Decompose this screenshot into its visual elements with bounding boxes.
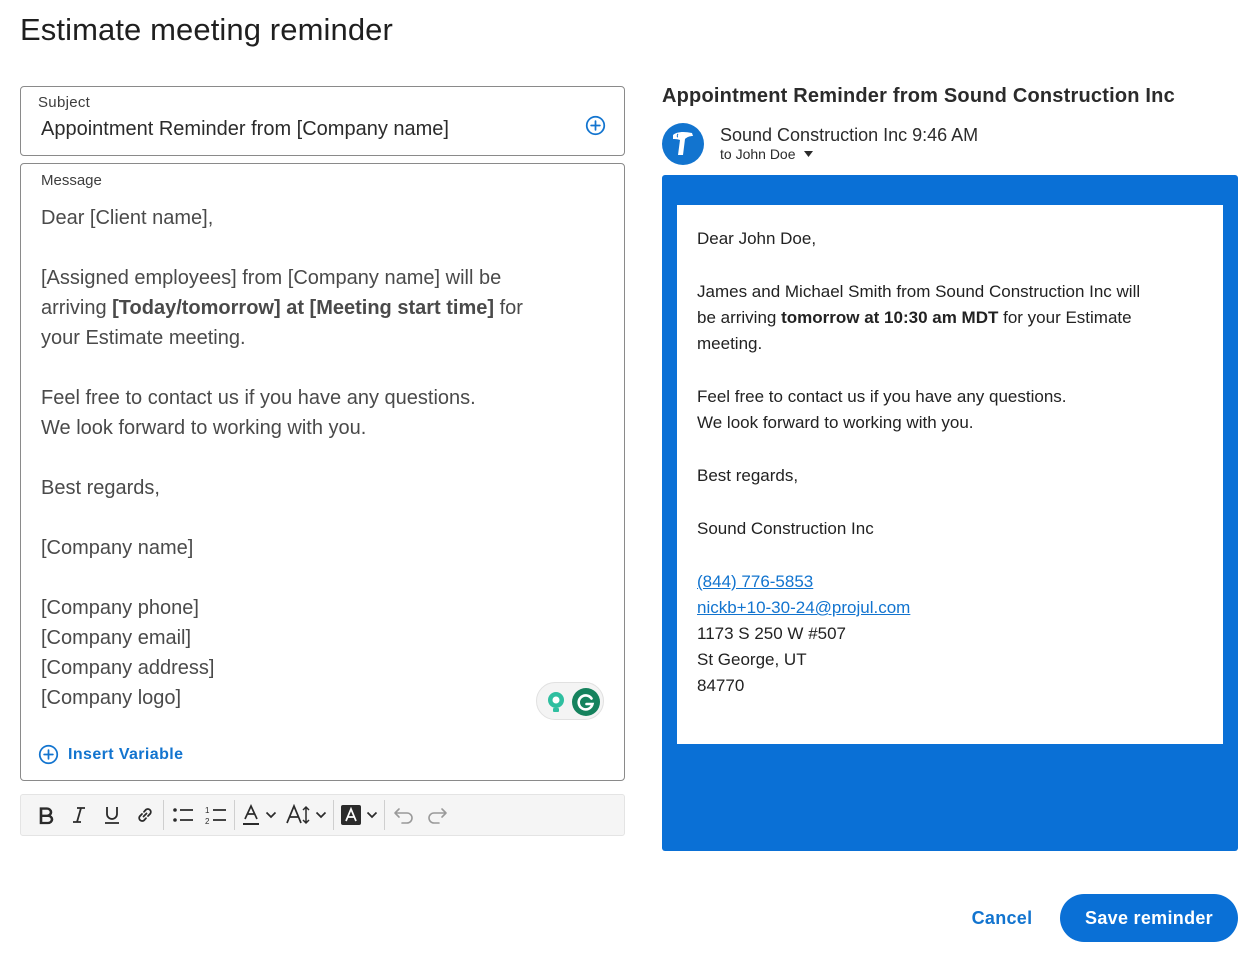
highlight-color-dropdown[interactable] [336,798,382,832]
bulleted-list-icon[interactable] [166,798,199,832]
text-color-icon [243,804,259,825]
recipient-toggle[interactable]: to John Doe [720,146,813,162]
plus-circle-icon [38,744,59,765]
hammer-icon [673,131,693,155]
preview-arrival-prefix: be arriving [697,308,782,327]
redo-icon[interactable] [420,798,453,832]
bold-icon[interactable] [29,798,62,832]
sender-line: Sound Construction Inc 9:46 AM [720,125,979,145]
grammarly-widget[interactable] [536,682,604,720]
preview-arrival-line: James and Michael Smith from Sound Const… [697,282,1141,301]
preview-company: Sound Construction Inc [697,519,874,538]
preview-greeting: Dear John Doe, [697,229,817,248]
email-preview-frame: Dear John Doe, James and Michael Smith f… [662,175,1238,851]
message-editor[interactable]: Message Dear [Client name], [Assigned em… [20,163,625,781]
message-line [41,503,611,533]
save-reminder-button[interactable]: Save reminder [1060,894,1238,942]
preview-address: 1173 S 250 W #507 [697,624,847,643]
toolbar-divider [333,800,334,830]
message-line: [Company phone] [41,597,199,619]
chevron-down-icon [315,811,327,819]
page-title: Estimate meeting reminder [20,12,393,47]
caret-down-icon [803,151,813,157]
svg-text:2: 2 [205,817,210,825]
email-link[interactable]: nickb+10-30-24@projul.com [697,598,910,617]
font-size-dropdown[interactable] [281,798,331,832]
preview-arrival-time: tomorrow at 10:30 am MDT [781,308,999,327]
underline-icon[interactable] [95,798,128,832]
highlight-color-icon [341,805,361,825]
email-preview-body: Dear John Doe, James and Michael Smith f… [697,226,1207,699]
message-line [41,563,611,593]
message-line: Feel free to contact us if you have any … [41,387,476,409]
undo-icon[interactable] [387,798,420,832]
numbered-list-icon[interactable]: 12 [199,798,232,832]
recipient-label: to John Doe [720,146,796,162]
svg-text:1: 1 [205,806,210,815]
message-line: [Company name] [41,537,194,559]
subject-input[interactable]: Appointment Reminder from [Company name] [41,118,449,141]
link-icon[interactable] [128,798,161,832]
insert-variable-label: Insert Variable [68,745,184,763]
font-size-icon [286,804,310,825]
toolbar-divider [234,800,235,830]
message-line [41,353,611,383]
toolbar-divider [163,800,164,830]
plus-circle-icon[interactable] [585,115,606,136]
message-line: [Company logo] [41,687,182,709]
message-line: Dear [Client name], [41,207,214,229]
cancel-button[interactable]: Cancel [956,895,1048,941]
preview-arrival-line: be arriving tomorrow at 10:30 am MDT for… [697,305,1207,331]
insert-variable-button[interactable]: Insert Variable [38,744,183,765]
message-line: We look forward to working with you. [41,417,367,439]
message-body[interactable]: Dear [Client name], [Assigned employees]… [41,203,611,713]
message-line: your Estimate meeting. [41,327,246,349]
toolbar-divider [384,800,385,830]
chevron-down-icon [265,811,277,819]
preview-contact-line: Feel free to contact us if you have any … [697,387,1067,406]
message-line-arrival: arriving [Today/tomorrow] at [Meeting st… [41,293,611,323]
preview-city: St George, UT [697,650,807,669]
arrival-variables: [Today/tomorrow] at [Meeting start time] [112,297,495,319]
lightbulb-icon[interactable] [541,687,571,717]
message-line: [Assigned employees] from [Company name]… [41,267,502,289]
formatting-toolbar: 12 [20,794,625,836]
company-avatar [662,123,704,165]
preview-regards: Best regards, [697,466,799,485]
italic-icon[interactable] [62,798,95,832]
message-line: Best regards, [41,477,160,499]
message-line: [Company email] [41,627,192,649]
text-color-dropdown[interactable] [237,798,281,832]
email-preview-card: Dear John Doe, James and Michael Smith f… [677,205,1223,744]
message-line [41,233,611,263]
phone-link[interactable]: (844) 776-5853 [697,572,813,591]
message-line [41,443,611,473]
preview-title: Appointment Reminder from Sound Construc… [662,85,1175,107]
message-label: Message [41,172,102,189]
preview-contact-line: We look forward to working with you. [697,413,974,432]
chevron-down-icon [366,811,378,819]
grammarly-icon[interactable] [571,687,601,717]
preview-zip: 84770 [697,676,745,695]
message-line: [Company address] [41,657,215,679]
preview-arrival-line: meeting. [697,334,763,353]
arrival-suffix: for [494,297,523,319]
preview-arrival-suffix: for your Estimate [998,308,1132,327]
subject-label: Subject [38,94,91,111]
arrival-prefix: arriving [41,297,113,319]
subject-field[interactable]: Subject Appointment Reminder from [Compa… [20,86,625,156]
